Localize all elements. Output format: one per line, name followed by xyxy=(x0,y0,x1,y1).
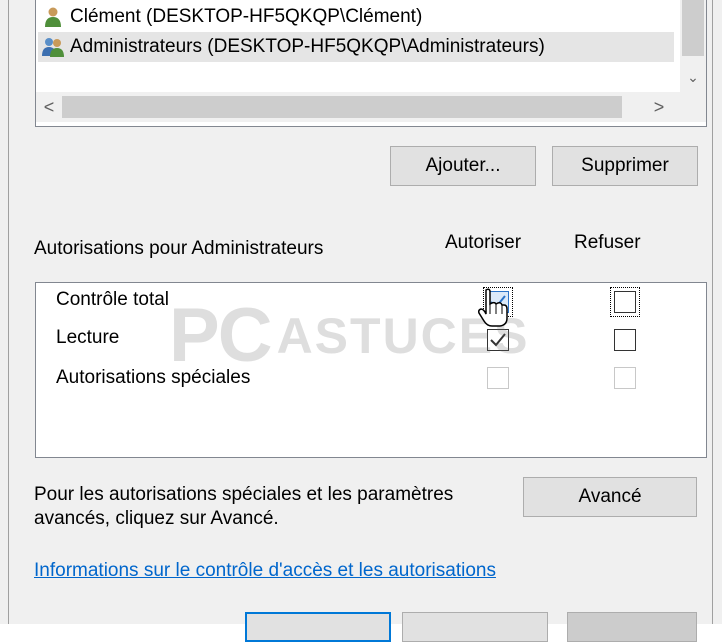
add-button[interactable]: Ajouter... xyxy=(390,146,536,186)
deny-special-checkbox xyxy=(614,367,636,389)
user-icon xyxy=(42,6,64,28)
access-control-help-link[interactable]: Informations sur le contrôle d'accès et … xyxy=(34,560,496,582)
permissions-title: Autorisations pour Administrateurs xyxy=(34,238,324,259)
horizontal-scrollbar[interactable]: < > xyxy=(36,92,680,122)
scroll-right-icon[interactable]: > xyxy=(646,92,672,122)
permission-label-special: Autorisations spéciales xyxy=(56,367,251,388)
allow-column-header: Autoriser xyxy=(445,232,522,253)
scroll-down-icon[interactable]: ⌄ xyxy=(680,66,706,88)
permission-label-read: Lecture xyxy=(56,327,120,348)
window-frame-right xyxy=(712,0,722,624)
list-item-group[interactable]: Administrateurs (DESKTOP-HF5QKQP\Adminis… xyxy=(38,32,674,62)
vertical-scrollbar[interactable]: ⌄ xyxy=(680,0,706,92)
scrollbar-corner xyxy=(680,92,706,122)
vertical-scroll-thumb[interactable] xyxy=(682,0,704,56)
list-item-label: Administrateurs (DESKTOP-HF5QKQP\Adminis… xyxy=(70,36,545,57)
advanced-description-line2: avancés, cliquez sur Avancé. xyxy=(34,508,279,529)
list-item-label: Clément (DESKTOP-HF5QKQP\Clément) xyxy=(70,6,423,27)
allow-special-checkbox xyxy=(487,367,509,389)
list-item-user[interactable]: Clément (DESKTOP-HF5QKQP\Clément) xyxy=(42,2,422,32)
checkmark-icon xyxy=(490,295,506,309)
group-icon xyxy=(42,36,64,58)
deny-read-checkbox[interactable] xyxy=(614,329,636,351)
advanced-description-line1: Pour les autorisations spéciales et les … xyxy=(34,484,454,505)
window-frame-left xyxy=(0,0,9,624)
remove-button[interactable]: Supprimer xyxy=(552,146,698,186)
permission-label-full-control: Contrôle total xyxy=(56,289,170,310)
advanced-button[interactable]: Avancé xyxy=(523,477,697,517)
deny-column-header: Refuser xyxy=(574,232,641,253)
allow-full-control-checkbox[interactable] xyxy=(483,287,513,317)
user-list[interactable]: Clément (DESKTOP-HF5QKQP\Clément) Admini… xyxy=(35,0,707,127)
permissions-list: Contrôle total Lecture Autorisations spé… xyxy=(35,282,707,458)
deny-full-control-checkbox[interactable] xyxy=(610,287,640,317)
apply-button[interactable] xyxy=(567,612,697,642)
cancel-button[interactable] xyxy=(402,612,548,642)
checkmark-icon xyxy=(490,333,506,347)
allow-read-checkbox[interactable] xyxy=(487,329,509,351)
ok-button[interactable] xyxy=(245,612,391,642)
permissions-dialog: Clément (DESKTOP-HF5QKQP\Clément) Admini… xyxy=(9,0,712,642)
horizontal-scroll-thumb[interactable] xyxy=(62,96,622,118)
scroll-left-icon[interactable]: < xyxy=(36,92,62,122)
